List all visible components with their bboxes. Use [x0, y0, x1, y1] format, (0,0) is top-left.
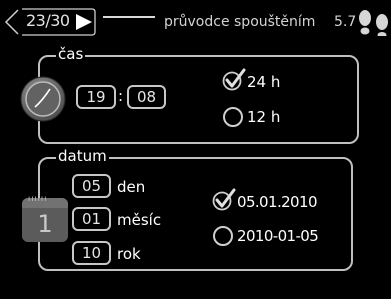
time-group-label: čas — [56, 45, 86, 63]
month-label: měsíc — [117, 211, 162, 229]
year-label: rok — [117, 245, 141, 263]
calendar-number: 1 — [37, 210, 53, 238]
check-icon[interactable] — [222, 67, 246, 91]
month-field[interactable]: 01 — [72, 207, 111, 231]
minutes-field[interactable]: 08 — [127, 85, 166, 109]
date-format-2-radio[interactable] — [213, 226, 233, 246]
format-12h-radio[interactable] — [223, 107, 243, 127]
clock-icon — [20, 76, 66, 122]
format-24h-label[interactable]: 24 h — [247, 73, 280, 91]
header-divider — [103, 16, 155, 18]
date-group-label: datum — [56, 147, 109, 165]
format-12h-label[interactable]: 12 h — [247, 108, 280, 126]
menu-number: 5.7 — [334, 14, 357, 30]
page-indicator: 23/30 — [26, 11, 70, 30]
date-format-1-label[interactable]: 05.01.2010 — [237, 193, 317, 211]
day-label: den — [117, 178, 146, 196]
date-format-2-label[interactable]: 2010-01-05 — [237, 227, 319, 245]
header-bar: 23/30 průvodce spouštěním 5.7 — [0, 0, 391, 40]
calendar-icon: ıııııı 1 — [22, 194, 68, 242]
year-field[interactable]: 10 — [72, 241, 111, 265]
forward-arrow-icon — [76, 14, 92, 30]
day-field[interactable]: 05 — [72, 174, 111, 198]
footsteps-icon — [359, 10, 388, 36]
check-icon[interactable] — [212, 187, 236, 211]
time-separator: : — [118, 87, 124, 105]
hours-field[interactable]: 19 — [76, 85, 116, 109]
page-title: průvodce spouštěním — [164, 14, 316, 30]
back-arrow-icon — [4, 9, 19, 35]
